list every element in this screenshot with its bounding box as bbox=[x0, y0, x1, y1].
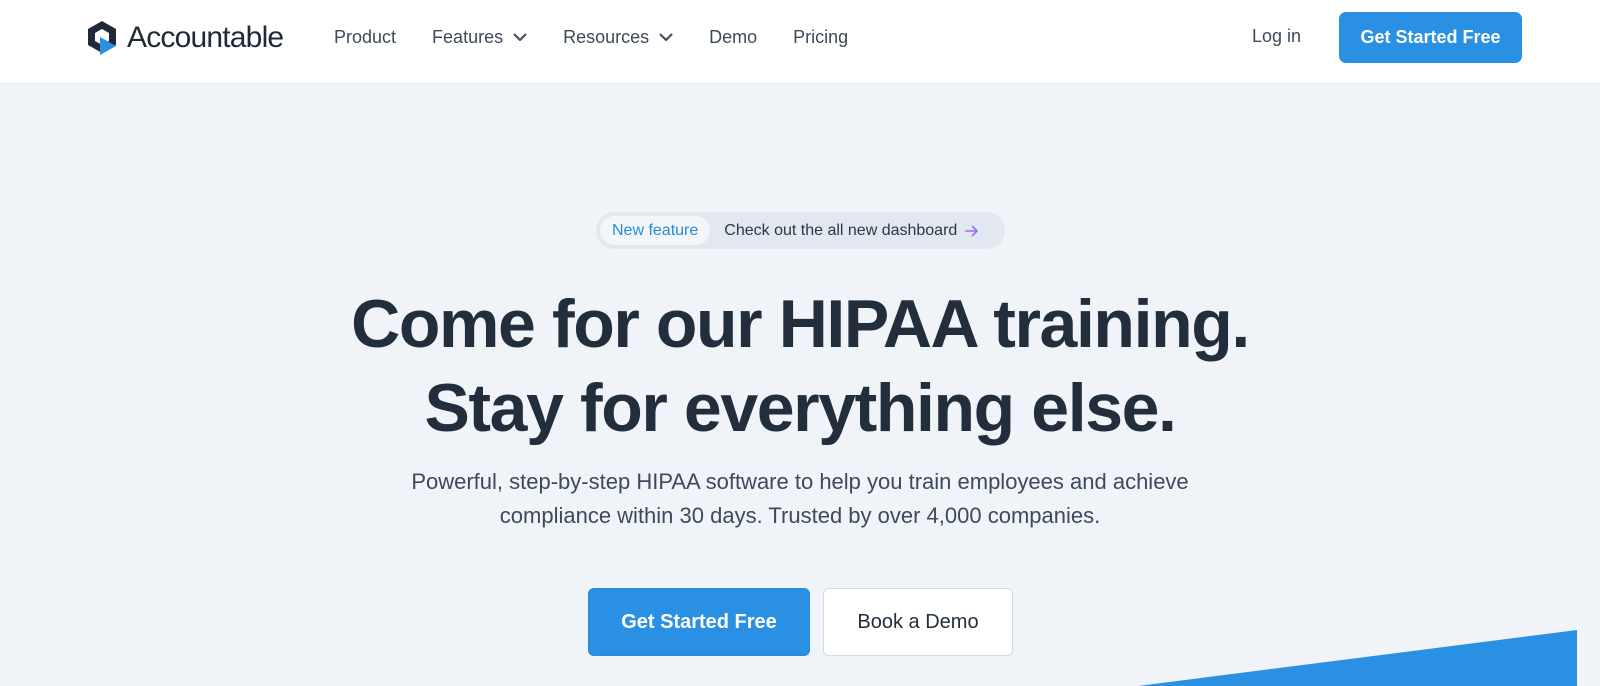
decorative-blue-wedge bbox=[1138, 630, 1577, 686]
